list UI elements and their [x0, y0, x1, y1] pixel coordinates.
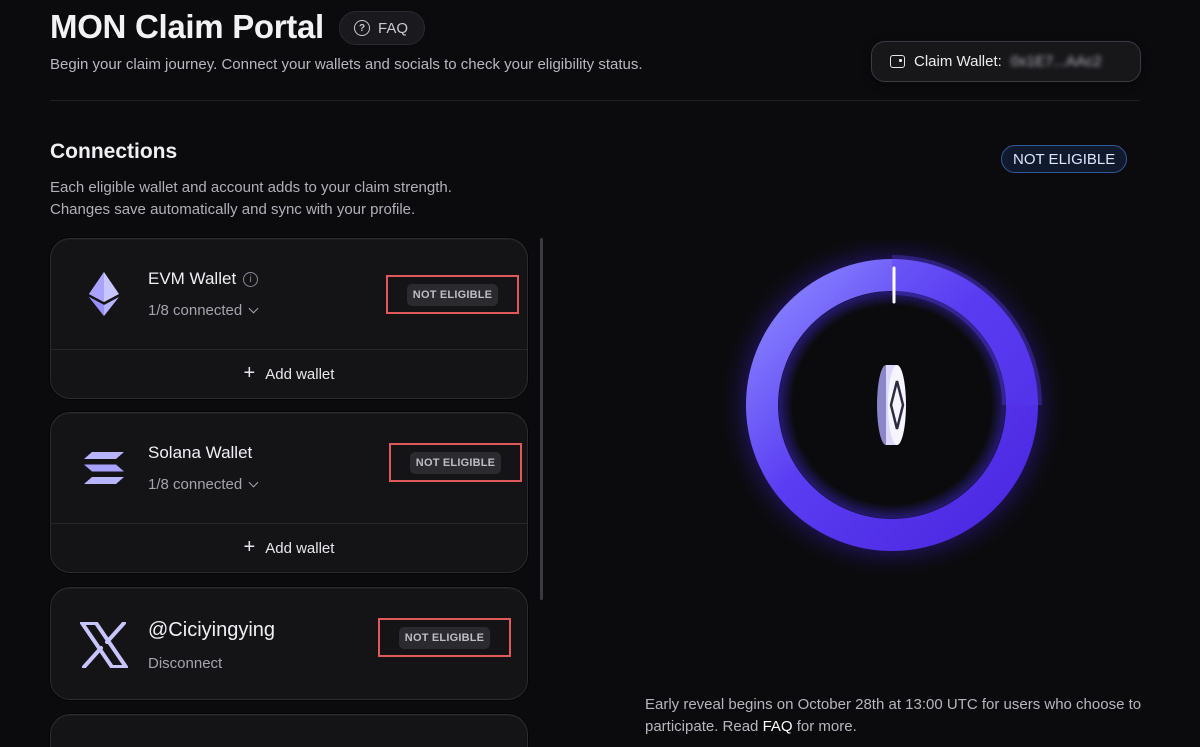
disconnect-label: Disconnect — [148, 655, 223, 672]
plus-icon: + — [243, 362, 256, 384]
early-reveal-note: Early reveal begins on October 28th at 1… — [645, 694, 1145, 738]
page-subtitle: Begin your claim journey. Connect your w… — [50, 56, 643, 73]
connected-count: 1/8 connected — [148, 476, 243, 493]
faq-button[interactable]: ? FAQ — [339, 11, 426, 45]
scrollbar[interactable] — [540, 238, 543, 600]
connections-description: Each eligible wallet and account adds to… — [50, 177, 452, 221]
card-title-text: EVM Wallet — [148, 269, 237, 288]
faq-label: FAQ — [378, 19, 409, 37]
status-badge: NOT ELIGIBLE — [409, 451, 502, 474]
x-account-card: @Ciciyingying Disconnect NOT ELIGIBLE — [50, 587, 528, 700]
wallet-icon — [890, 55, 905, 68]
card-title: @Ciciyingying — [148, 619, 275, 642]
chevron-down-icon — [248, 303, 259, 314]
connected-count-dropdown[interactable]: 1/8 connected — [148, 476, 259, 493]
disconnect-button[interactable]: Disconnect — [148, 655, 222, 672]
x-logo-icon — [77, 618, 131, 672]
connected-count: 1/8 connected — [148, 302, 243, 319]
page-title: MON Claim Portal — [50, 8, 324, 45]
card-title-text: Solana Wallet — [148, 443, 253, 462]
card-title: EVM Wallet i — [148, 269, 259, 289]
faq-link[interactable]: FAQ — [763, 718, 793, 735]
card-title: Solana Wallet — [148, 443, 252, 463]
status-badge: NOT ELIGIBLE — [398, 626, 491, 649]
chevron-down-icon — [248, 477, 259, 488]
evm-wallet-card: EVM Wallet i 1/8 connected NOT ELIGIBLE … — [50, 238, 528, 399]
connections-description-line: Changes save automatically and sync with… — [50, 201, 416, 218]
claim-wallet-address: 0x1E7...AAc2 — [1010, 53, 1102, 70]
ethereum-icon — [77, 267, 131, 321]
highlight-box: NOT ELIGIBLE — [378, 618, 511, 657]
next-connection-card — [50, 714, 528, 747]
connected-count-dropdown[interactable]: 1/8 connected — [148, 302, 259, 319]
claim-wallet-button[interactable]: Claim Wallet: 0x1E7...AAc2 — [871, 41, 1141, 82]
note-text: Early reveal begins on October 28th at 1… — [645, 696, 1142, 735]
solana-wallet-card: Solana Wallet 1/8 connected NOT ELIGIBLE… — [50, 412, 528, 573]
account-handle: @Ciciyingying — [148, 619, 276, 641]
connections-title: Connections — [50, 140, 178, 163]
info-icon[interactable]: i — [243, 271, 259, 287]
add-wallet-button[interactable]: + Add wallet — [51, 523, 527, 572]
plus-icon: + — [243, 536, 256, 558]
add-wallet-label: Add wallet — [265, 539, 335, 557]
highlight-box: NOT ELIGIBLE — [386, 275, 519, 314]
note-text-end: for more. — [792, 718, 857, 735]
question-icon: ? — [354, 20, 370, 36]
eligibility-status-badge: NOT ELIGIBLE — [1001, 145, 1128, 173]
connections-description-line: Each eligible wallet and account adds to… — [50, 179, 452, 196]
add-wallet-label: Add wallet — [265, 365, 335, 383]
solana-icon — [77, 441, 131, 495]
claim-wallet-label: Claim Wallet: — [914, 53, 1002, 70]
eligibility-ring — [700, 230, 1100, 590]
highlight-box: NOT ELIGIBLE — [389, 443, 522, 482]
header-divider — [50, 100, 1140, 101]
add-wallet-button[interactable]: + Add wallet — [51, 349, 527, 398]
status-badge: NOT ELIGIBLE — [406, 283, 499, 306]
